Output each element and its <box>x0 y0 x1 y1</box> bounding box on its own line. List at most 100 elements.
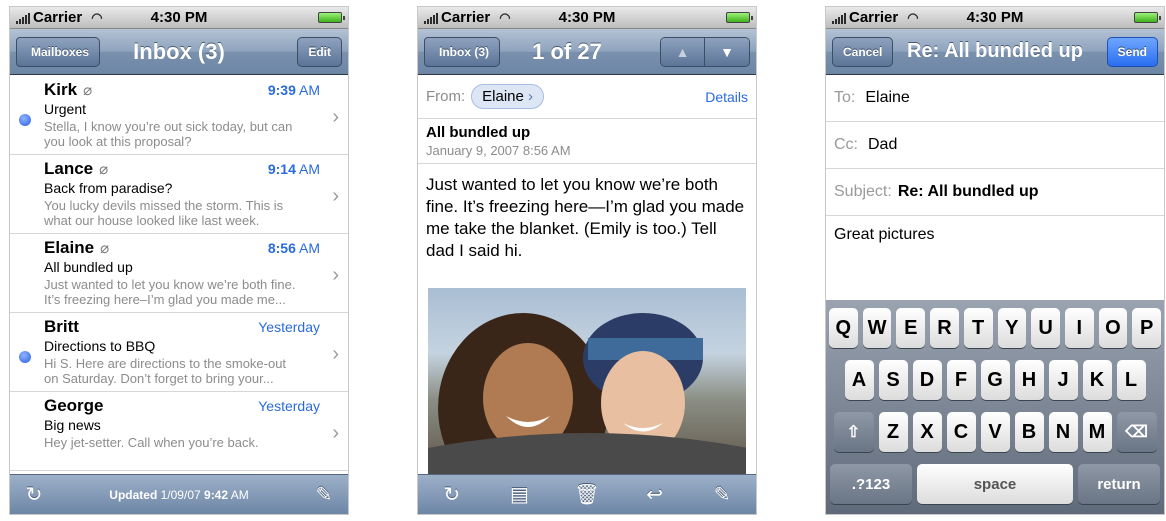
message-subject: Directions to BBQ <box>44 338 156 354</box>
delete-icon[interactable]: ⌫ <box>1116 412 1157 452</box>
subject-value: Re: All bundled up <box>897 183 1039 200</box>
key-i[interactable]: I <box>1064 308 1094 348</box>
key-d[interactable]: D <box>912 360 942 400</box>
refresh-icon[interactable]: ↻ <box>20 482 48 507</box>
list-item[interactable]: Lance ⌀ 9:14 AM Back from paradise? You l… <box>10 155 348 234</box>
list-item[interactable]: George Yesterday Big news Hey jet-setter… <box>10 392 348 471</box>
key-s[interactable]: S <box>878 360 908 400</box>
bottom-toolbar: ↻ ▤ 🗑 ↩ ✎ <box>418 474 756 514</box>
message-preview: Hey jet-setter. Call when you’re back. <box>44 435 259 450</box>
compose-icon[interactable]: ✎ <box>708 482 736 507</box>
from-contact-button[interactable]: Elaine › <box>471 84 545 109</box>
cancel-button[interactable]: Cancel <box>832 37 894 67</box>
to-label: To: <box>834 89 856 106</box>
subject-field[interactable]: Subject: Re: All bundled up <box>826 169 1164 216</box>
message-time: 9:14 AM <box>267 161 320 177</box>
key-b[interactable]: B <box>1014 412 1044 452</box>
compose-icon[interactable]: ✎ <box>310 482 338 507</box>
status-bar: Carrier ◠ 4:30 PM <box>826 7 1164 29</box>
chevron-right-icon: › <box>332 264 339 286</box>
photo-illustration <box>428 313 746 474</box>
cc-field[interactable]: Cc: Dad <box>826 122 1164 169</box>
body-field[interactable]: Great pictures <box>826 216 1164 254</box>
key-n[interactable]: N <box>1048 412 1078 452</box>
attachment-icon: ⌀ <box>100 240 110 257</box>
carrier-label: Carrier <box>849 9 899 26</box>
list-item[interactable]: Britt Yesterday Directions to BBQ Hi S. … <box>10 313 348 392</box>
carrier-indicator: Carrier ◠ <box>424 9 511 26</box>
arrow-down-icon[interactable]: ▼ <box>705 38 749 66</box>
chevron-right-icon: › <box>332 106 339 128</box>
trash-icon[interactable]: 🗑 <box>573 482 601 507</box>
signal-icon <box>424 12 438 24</box>
inbox-screen: Carrier ◠ 4:30 PM Mailboxes Inbox (3) Ed… <box>9 6 349 515</box>
wifi-icon: ◠ <box>499 9 511 25</box>
keyboard: Q W E R T Y U I O P A S D F G H J K L ⇧ … <box>826 300 1164 514</box>
key-o[interactable]: O <box>1098 308 1128 348</box>
move-folder-icon[interactable]: ▤ <box>505 482 533 507</box>
from-row: From: Elaine › Details <box>418 75 756 119</box>
key-j[interactable]: J <box>1048 360 1078 400</box>
keyboard-row-4: .?123 space return <box>829 464 1161 504</box>
return-key[interactable]: return <box>1078 464 1160 504</box>
sender-name: Britt <box>44 317 79 336</box>
key-q[interactable]: Q <box>828 308 858 348</box>
key-v[interactable]: V <box>980 412 1010 452</box>
message-date: January 9, 2007 8:56 AM <box>426 143 571 158</box>
message-time: Yesterday <box>258 398 320 414</box>
keyboard-row-1: Q W E R T Y U I O P <box>828 308 1162 348</box>
key-x[interactable]: X <box>912 412 942 452</box>
battery-icon <box>318 12 345 23</box>
shift-icon[interactable]: ⇧ <box>833 412 874 452</box>
compose-screen: Carrier ◠ 4:30 PM Cancel Re: All bundled… <box>825 6 1165 515</box>
key-m[interactable]: M <box>1082 412 1112 452</box>
key-h[interactable]: H <box>1014 360 1044 400</box>
message-nav-arrows: ▲ ▼ <box>660 37 750 67</box>
key-l[interactable]: L <box>1116 360 1146 400</box>
key-y[interactable]: Y <box>997 308 1027 348</box>
nav-bar: Mailboxes Inbox (3) Edit <box>10 29 348 75</box>
message-subject: Urgent <box>44 101 87 117</box>
key-w[interactable]: W <box>862 308 892 348</box>
reply-icon[interactable]: ↩ <box>641 482 669 507</box>
key-t[interactable]: T <box>963 308 993 348</box>
key-k[interactable]: K <box>1082 360 1112 400</box>
mailboxes-back-button[interactable]: Mailboxes <box>16 37 101 67</box>
battery-icon <box>1134 12 1161 23</box>
inbox-back-button[interactable]: Inbox (3) <box>424 37 500 67</box>
to-field[interactable]: To: Elaine <box>826 75 1164 122</box>
key-c[interactable]: C <box>946 412 976 452</box>
unread-dot-icon <box>19 114 31 126</box>
chevron-right-icon: › <box>332 422 339 444</box>
list-item[interactable]: Elaine ⌀ 8:56 AM All bundled up Just want… <box>10 234 348 313</box>
message-time: 9:39 AM <box>267 82 320 98</box>
list-item[interactable]: Kirk ⌀ 9:39 AM Urgent Stella, I know you’… <box>10 76 348 155</box>
refresh-icon[interactable]: ↻ <box>438 482 466 507</box>
key-g[interactable]: G <box>980 360 1010 400</box>
message-time: 8:56 AM <box>267 240 320 256</box>
key-r[interactable]: R <box>930 308 959 348</box>
space-key[interactable]: space <box>917 464 1073 504</box>
numbers-key[interactable]: .?123 <box>830 464 912 504</box>
carrier-indicator: Carrier ◠ <box>16 9 103 26</box>
arrow-up-icon[interactable]: ▲ <box>661 38 705 66</box>
keyboard-row-3: ⇧ Z X C V B N M ⌫ <box>829 412 1161 452</box>
edit-button[interactable]: Edit <box>297 37 342 67</box>
sender-name: George <box>44 396 104 415</box>
message-subject: All bundled up <box>426 124 531 141</box>
nav-bar: Cancel Re: All bundled up Send <box>826 29 1164 75</box>
send-button[interactable]: Send <box>1106 37 1158 67</box>
key-u[interactable]: U <box>1031 308 1060 348</box>
message-preview: Just wanted to let you know we’re both f… <box>44 277 296 307</box>
message-preview: Stella, I know you’re out sick today, bu… <box>44 119 293 149</box>
unread-dot-icon <box>19 351 31 363</box>
key-f[interactable]: F <box>946 360 976 400</box>
key-z[interactable]: Z <box>878 412 908 452</box>
to-value: Elaine <box>865 89 910 106</box>
key-e[interactable]: E <box>896 308 926 348</box>
signal-icon <box>16 12 30 24</box>
attached-photo <box>428 288 746 474</box>
key-p[interactable]: P <box>1132 308 1162 348</box>
key-a[interactable]: A <box>844 360 874 400</box>
details-link[interactable]: Details <box>705 89 748 105</box>
